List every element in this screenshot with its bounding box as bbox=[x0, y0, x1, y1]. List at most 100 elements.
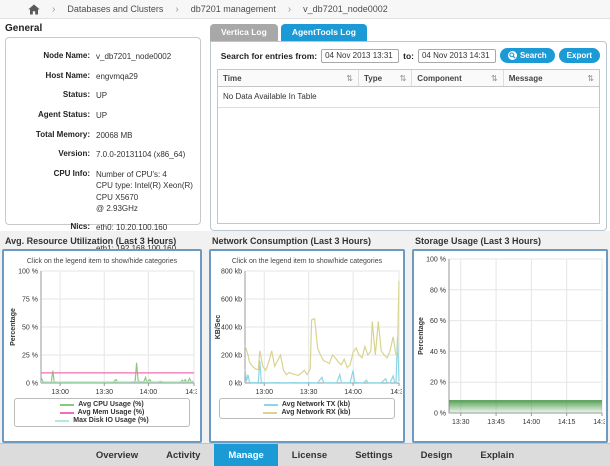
svg-text:14:15: 14:15 bbox=[558, 419, 576, 426]
footer-tab-manage[interactable]: Manage bbox=[214, 444, 277, 466]
chart-network-consumption: Network Consumption (Last 3 Hours) Click… bbox=[209, 236, 405, 443]
svg-text:14:31: 14:31 bbox=[185, 389, 197, 396]
legend-label: Max Disk IO Usage (%) bbox=[73, 417, 148, 424]
footer-tab-overview[interactable]: Overview bbox=[82, 444, 152, 466]
log-search-row: Search for entries from: to: Search Expo… bbox=[217, 48, 600, 63]
general-row-value: 7.0.0-20131104 (x86_64) bbox=[96, 149, 185, 160]
log-table: Time ⇅ Type ⇅ Component⇅Message⇅ No Data Ava… bbox=[217, 69, 600, 224]
home-icon[interactable] bbox=[28, 4, 40, 15]
network-consumption-chart: Click on the legend item to show/hide ca… bbox=[209, 249, 405, 443]
svg-text:13:45: 13:45 bbox=[487, 419, 505, 426]
svg-text:0 kb: 0 kb bbox=[229, 381, 242, 388]
svg-text:Percentage: Percentage bbox=[418, 317, 425, 355]
chart-legend: Avg CPU Usage (%)Avg Mem Usage (%)Max Di… bbox=[14, 398, 190, 427]
general-section: General Node Name:v_db7201_node0002Host … bbox=[0, 19, 206, 231]
svg-text:13:30: 13:30 bbox=[300, 389, 318, 396]
search-to-label: to: bbox=[403, 51, 414, 61]
legend-item[interactable]: Avg Mem Usage (%) bbox=[60, 409, 145, 416]
chart-subtitle: Click on the legend item to show/hide ca… bbox=[27, 258, 177, 265]
chart-storage-usage: Storage Usage (Last 3 Hours) 13:3013:451… bbox=[412, 236, 608, 443]
sort-icon: ⇅ bbox=[400, 74, 407, 83]
export-button-label: Export bbox=[567, 51, 592, 60]
general-row: Total Memory:20068 MB bbox=[10, 130, 196, 141]
general-row-label: Status: bbox=[10, 90, 96, 101]
log-tabs: Vertica Log AgentTools Log bbox=[210, 24, 607, 41]
general-row-value: Number of CPU's: 4CPU type: Intel(R) Xeo… bbox=[96, 169, 196, 214]
log-from-input[interactable] bbox=[321, 49, 399, 63]
column-header-type[interactable]: Type ⇅ bbox=[359, 70, 412, 86]
footer-tab-settings[interactable]: Settings bbox=[341, 444, 406, 466]
search-button[interactable]: Search bbox=[500, 48, 555, 63]
chart-resource-utilization: Avg. Resource Utilization (Last 3 Hours)… bbox=[2, 236, 202, 443]
svg-text:50 %: 50 % bbox=[22, 325, 38, 332]
search-icon bbox=[508, 51, 517, 60]
legend-label: Avg Network TX (kb) bbox=[282, 401, 350, 408]
chart-plot: 13:3013:4514:0014:1514:300 %20 %40 %60 %… bbox=[415, 253, 605, 427]
general-row-label: Version: bbox=[10, 149, 96, 160]
legend-label: Avg Mem Usage (%) bbox=[78, 409, 145, 416]
log-to-input[interactable] bbox=[418, 49, 496, 63]
svg-text:80 %: 80 % bbox=[430, 287, 446, 294]
column-header-time[interactable]: Time ⇅ bbox=[218, 70, 359, 86]
legend-item[interactable]: Avg Network RX (kb) bbox=[263, 409, 350, 416]
svg-text:100 %: 100 % bbox=[426, 257, 446, 264]
footer-tab-explain[interactable]: Explain bbox=[466, 444, 528, 466]
svg-text:20 %: 20 % bbox=[430, 380, 446, 387]
legend-item[interactable]: Avg Network TX (kb) bbox=[264, 401, 350, 408]
charts-row: Avg. Resource Utilization (Last 3 Hours)… bbox=[0, 231, 610, 443]
breadcrumb-item-node[interactable]: v_db7201_node0002 bbox=[303, 4, 388, 14]
resource-utilization-chart: Click on the legend item to show/hide ca… bbox=[2, 249, 202, 443]
legend-label: Avg CPU Usage (%) bbox=[78, 401, 143, 408]
chevron-right-icon: › bbox=[52, 4, 55, 15]
sort-icon: ⇅ bbox=[587, 74, 594, 83]
main-content: General Node Name:v_db7201_node0002Host … bbox=[0, 19, 610, 231]
general-row: Version:7.0.0-20131104 (x86_64) bbox=[10, 149, 196, 160]
chevron-right-icon: › bbox=[175, 4, 178, 15]
legend-swatch bbox=[55, 420, 69, 422]
chart-subtitle: Click on the legend item to show/hide ca… bbox=[232, 258, 382, 265]
log-section: Vertica Log AgentTools Log Search for en… bbox=[206, 19, 610, 231]
svg-text:13:00: 13:00 bbox=[51, 389, 69, 396]
sort-icon: ⇅ bbox=[346, 74, 353, 83]
footer-tab-design[interactable]: Design bbox=[407, 444, 467, 466]
footer-tab-activity[interactable]: Activity bbox=[152, 444, 214, 466]
search-button-label: Search bbox=[520, 51, 547, 60]
legend-item[interactable]: Avg CPU Usage (%) bbox=[60, 401, 143, 408]
table-empty-message: No Data Available In Table bbox=[218, 87, 599, 108]
column-label: Time bbox=[223, 74, 242, 83]
column-label: Type bbox=[364, 74, 382, 83]
legend-item[interactable]: Max Disk IO Usage (%) bbox=[55, 417, 148, 424]
column-header-message[interactable]: Message⇅ bbox=[504, 70, 599, 86]
general-row: Status:UP bbox=[10, 90, 196, 101]
general-row-value: UP bbox=[96, 90, 107, 101]
general-row-value: engvmqa29 bbox=[96, 71, 138, 82]
svg-text:14:31: 14:31 bbox=[390, 389, 402, 396]
general-row: Host Name:engvmqa29 bbox=[10, 71, 196, 82]
svg-text:40 %: 40 % bbox=[430, 349, 446, 356]
general-row-value: 20068 MB bbox=[96, 130, 132, 141]
breadcrumb-item-databases-and-clusters[interactable]: Databases and Clusters bbox=[67, 4, 163, 14]
tab-agenttools-log[interactable]: AgentTools Log bbox=[281, 24, 367, 41]
tab-vertica-log[interactable]: Vertica Log bbox=[210, 24, 278, 41]
export-button[interactable]: Export bbox=[559, 48, 600, 63]
legend-swatch bbox=[264, 404, 278, 406]
svg-text:0 %: 0 % bbox=[434, 411, 446, 418]
general-info-box: Node Name:v_db7201_node0002Host Name:eng… bbox=[5, 37, 201, 225]
general-row-label: Total Memory: bbox=[10, 130, 96, 141]
footer-tab-license[interactable]: License bbox=[278, 444, 341, 466]
chart-plot: 13:0013:3014:0014:310 %25 %50 %75 %100 %… bbox=[7, 265, 197, 397]
general-row-label: Agent Status: bbox=[10, 110, 96, 121]
log-panel: Search for entries from: to: Search Expo… bbox=[210, 41, 607, 231]
svg-text:800 kb: 800 kb bbox=[221, 269, 242, 276]
chevron-right-icon: › bbox=[288, 4, 291, 15]
general-row-value: v_db7201_node0002 bbox=[96, 51, 171, 62]
svg-text:13:30: 13:30 bbox=[452, 419, 470, 426]
breadcrumb-item-db-management[interactable]: db7201 management bbox=[191, 4, 276, 14]
chart-plot: 13:0013:3014:0014:310 kb200 kb400 kb600 … bbox=[212, 265, 402, 397]
chart-title: Avg. Resource Utilization (Last 3 Hours) bbox=[5, 236, 202, 246]
legend-swatch bbox=[60, 412, 74, 414]
general-row-value: UP bbox=[96, 110, 107, 121]
svg-text:600 kb: 600 kb bbox=[221, 297, 242, 304]
footer-tab-bar: OverviewActivityManageLicenseSettingsDes… bbox=[0, 443, 610, 466]
column-header-component[interactable]: Component⇅ bbox=[412, 70, 503, 86]
